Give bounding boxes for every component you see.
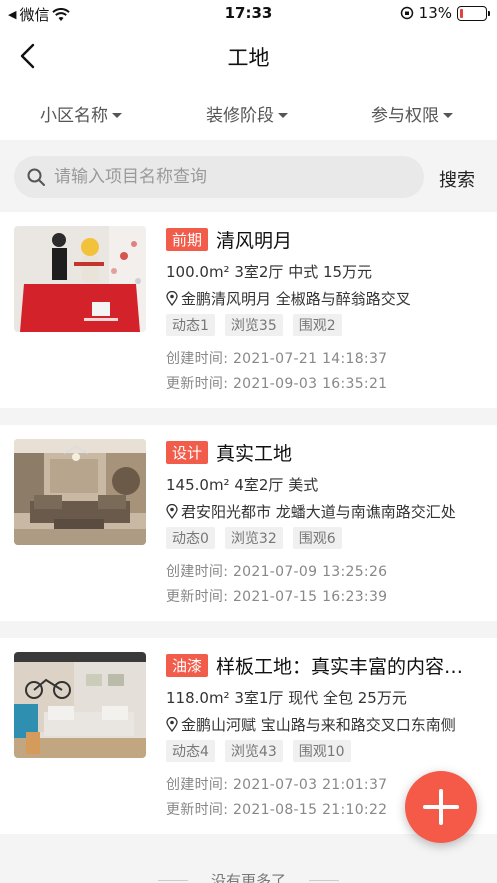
stat-watchers: 围观6	[292, 527, 342, 549]
stage-badge: 设计	[166, 441, 209, 464]
project-thumbnail	[14, 652, 146, 758]
project-card[interactable]: 前期 清风明月 100.0m² 3室2厅 中式 15万元 金鹏清风明月 全椒路与…	[0, 212, 497, 408]
orientation-lock-icon	[400, 6, 413, 20]
battery-percent: 13%	[418, 4, 452, 22]
project-stats: 动态0 浏览32 围观6	[166, 527, 342, 549]
project-card[interactable]: 设计 真实工地 145.0m² 4室2厅 美式 君安阳光都市 龙蟠大道与南谯南路…	[0, 425, 497, 621]
updated-time: 更新时间: 2021-07-15 16:23:39	[166, 589, 388, 605]
project-title: 真实工地	[216, 443, 293, 465]
project-address: 金鹏清风明月 全椒路与醉翁路交叉	[166, 288, 411, 309]
project-thumbnail	[14, 226, 146, 332]
project-address: 金鹏山河赋 宝山路与来和路交叉口东南侧	[166, 714, 456, 735]
battery-level	[460, 8, 463, 18]
created-time: 创建时间: 2021-07-09 13:25:26	[166, 564, 388, 580]
project-title-row: 前期 清风明月	[166, 226, 483, 253]
project-stats: 动态1 浏览35 围观2	[166, 314, 342, 336]
project-specs: 118.0m² 3室1厅 现代 全包 25万元	[166, 689, 407, 707]
project-title-row: 设计 真实工地	[166, 439, 483, 466]
filter-bar: 小区名称 装修阶段 参与权限	[0, 84, 497, 140]
search-button[interactable]: 搜索	[439, 166, 475, 192]
project-address-text: 金鹏山河赋 宝山路与来和路交叉口东南侧	[181, 716, 456, 734]
updated-time: 更新时间: 2021-09-03 16:35:21	[166, 376, 388, 392]
status-right: 13%	[400, 4, 490, 22]
search-input[interactable]	[54, 167, 394, 187]
add-project-button[interactable]	[405, 771, 477, 843]
stat-views: 浏览32	[224, 527, 283, 549]
battery-icon	[457, 5, 490, 21]
project-stats: 动态4 浏览43 围观10	[166, 740, 351, 762]
project-title: 清风明月	[216, 230, 293, 252]
caret-down-icon	[443, 112, 453, 118]
stat-views: 浏览35	[224, 314, 283, 336]
filter-community[interactable]: 小区名称	[40, 101, 122, 126]
filter-community-label: 小区名称	[40, 106, 108, 126]
stat-views: 浏览43	[224, 740, 283, 762]
stage-badge: 油漆	[166, 654, 209, 677]
no-more-label: 没有更多了	[210, 872, 286, 883]
location-pin-icon	[166, 717, 178, 732]
caret-down-icon	[278, 112, 288, 118]
filter-permission-label: 参与权限	[371, 106, 439, 126]
project-address: 君安阳光都市 龙蟠大道与南谯南路交汇处	[166, 501, 456, 522]
search-box[interactable]	[14, 156, 424, 198]
updated-time: 更新时间: 2021-08-15 21:10:22	[166, 802, 388, 818]
search-icon	[27, 168, 45, 186]
stat-updates: 动态0	[166, 527, 215, 549]
project-title-row: 油漆 样板工地：真实丰富的内容…	[166, 652, 483, 679]
filter-stage-label: 装修阶段	[206, 106, 274, 126]
stat-updates: 动态1	[166, 314, 215, 336]
location-pin-icon	[166, 504, 178, 519]
caret-down-icon	[112, 112, 122, 118]
search-bar: 搜索	[0, 140, 497, 212]
stage-badge: 前期	[166, 228, 209, 251]
filter-permission[interactable]: 参与权限	[371, 101, 453, 126]
location-pin-icon	[166, 291, 178, 306]
project-address-text: 金鹏清风明月 全椒路与醉翁路交叉	[181, 290, 411, 308]
stat-watchers: 围观2	[292, 314, 342, 336]
project-title: 样板工地：真实丰富的内容…	[216, 656, 464, 678]
filter-stage[interactable]: 装修阶段	[206, 101, 288, 126]
project-thumbnail	[14, 439, 146, 545]
project-specs: 145.0m² 4室2厅 美式	[166, 476, 319, 494]
stat-updates: 动态4	[166, 740, 215, 762]
status-bar: ◀ 微信 17:33 13%	[0, 0, 497, 28]
divider	[309, 880, 339, 881]
project-specs: 100.0m² 3室2厅 中式 15万元	[166, 263, 373, 281]
stat-watchers: 围观10	[292, 740, 351, 762]
project-address-text: 君安阳光都市 龙蟠大道与南谯南路交汇处	[181, 503, 456, 521]
created-time: 创建时间: 2021-07-03 21:01:37	[166, 777, 388, 793]
page-title: 工地	[227, 46, 270, 70]
created-time: 创建时间: 2021-07-21 14:18:37	[166, 351, 388, 367]
nav-bar: 工地	[0, 28, 497, 84]
